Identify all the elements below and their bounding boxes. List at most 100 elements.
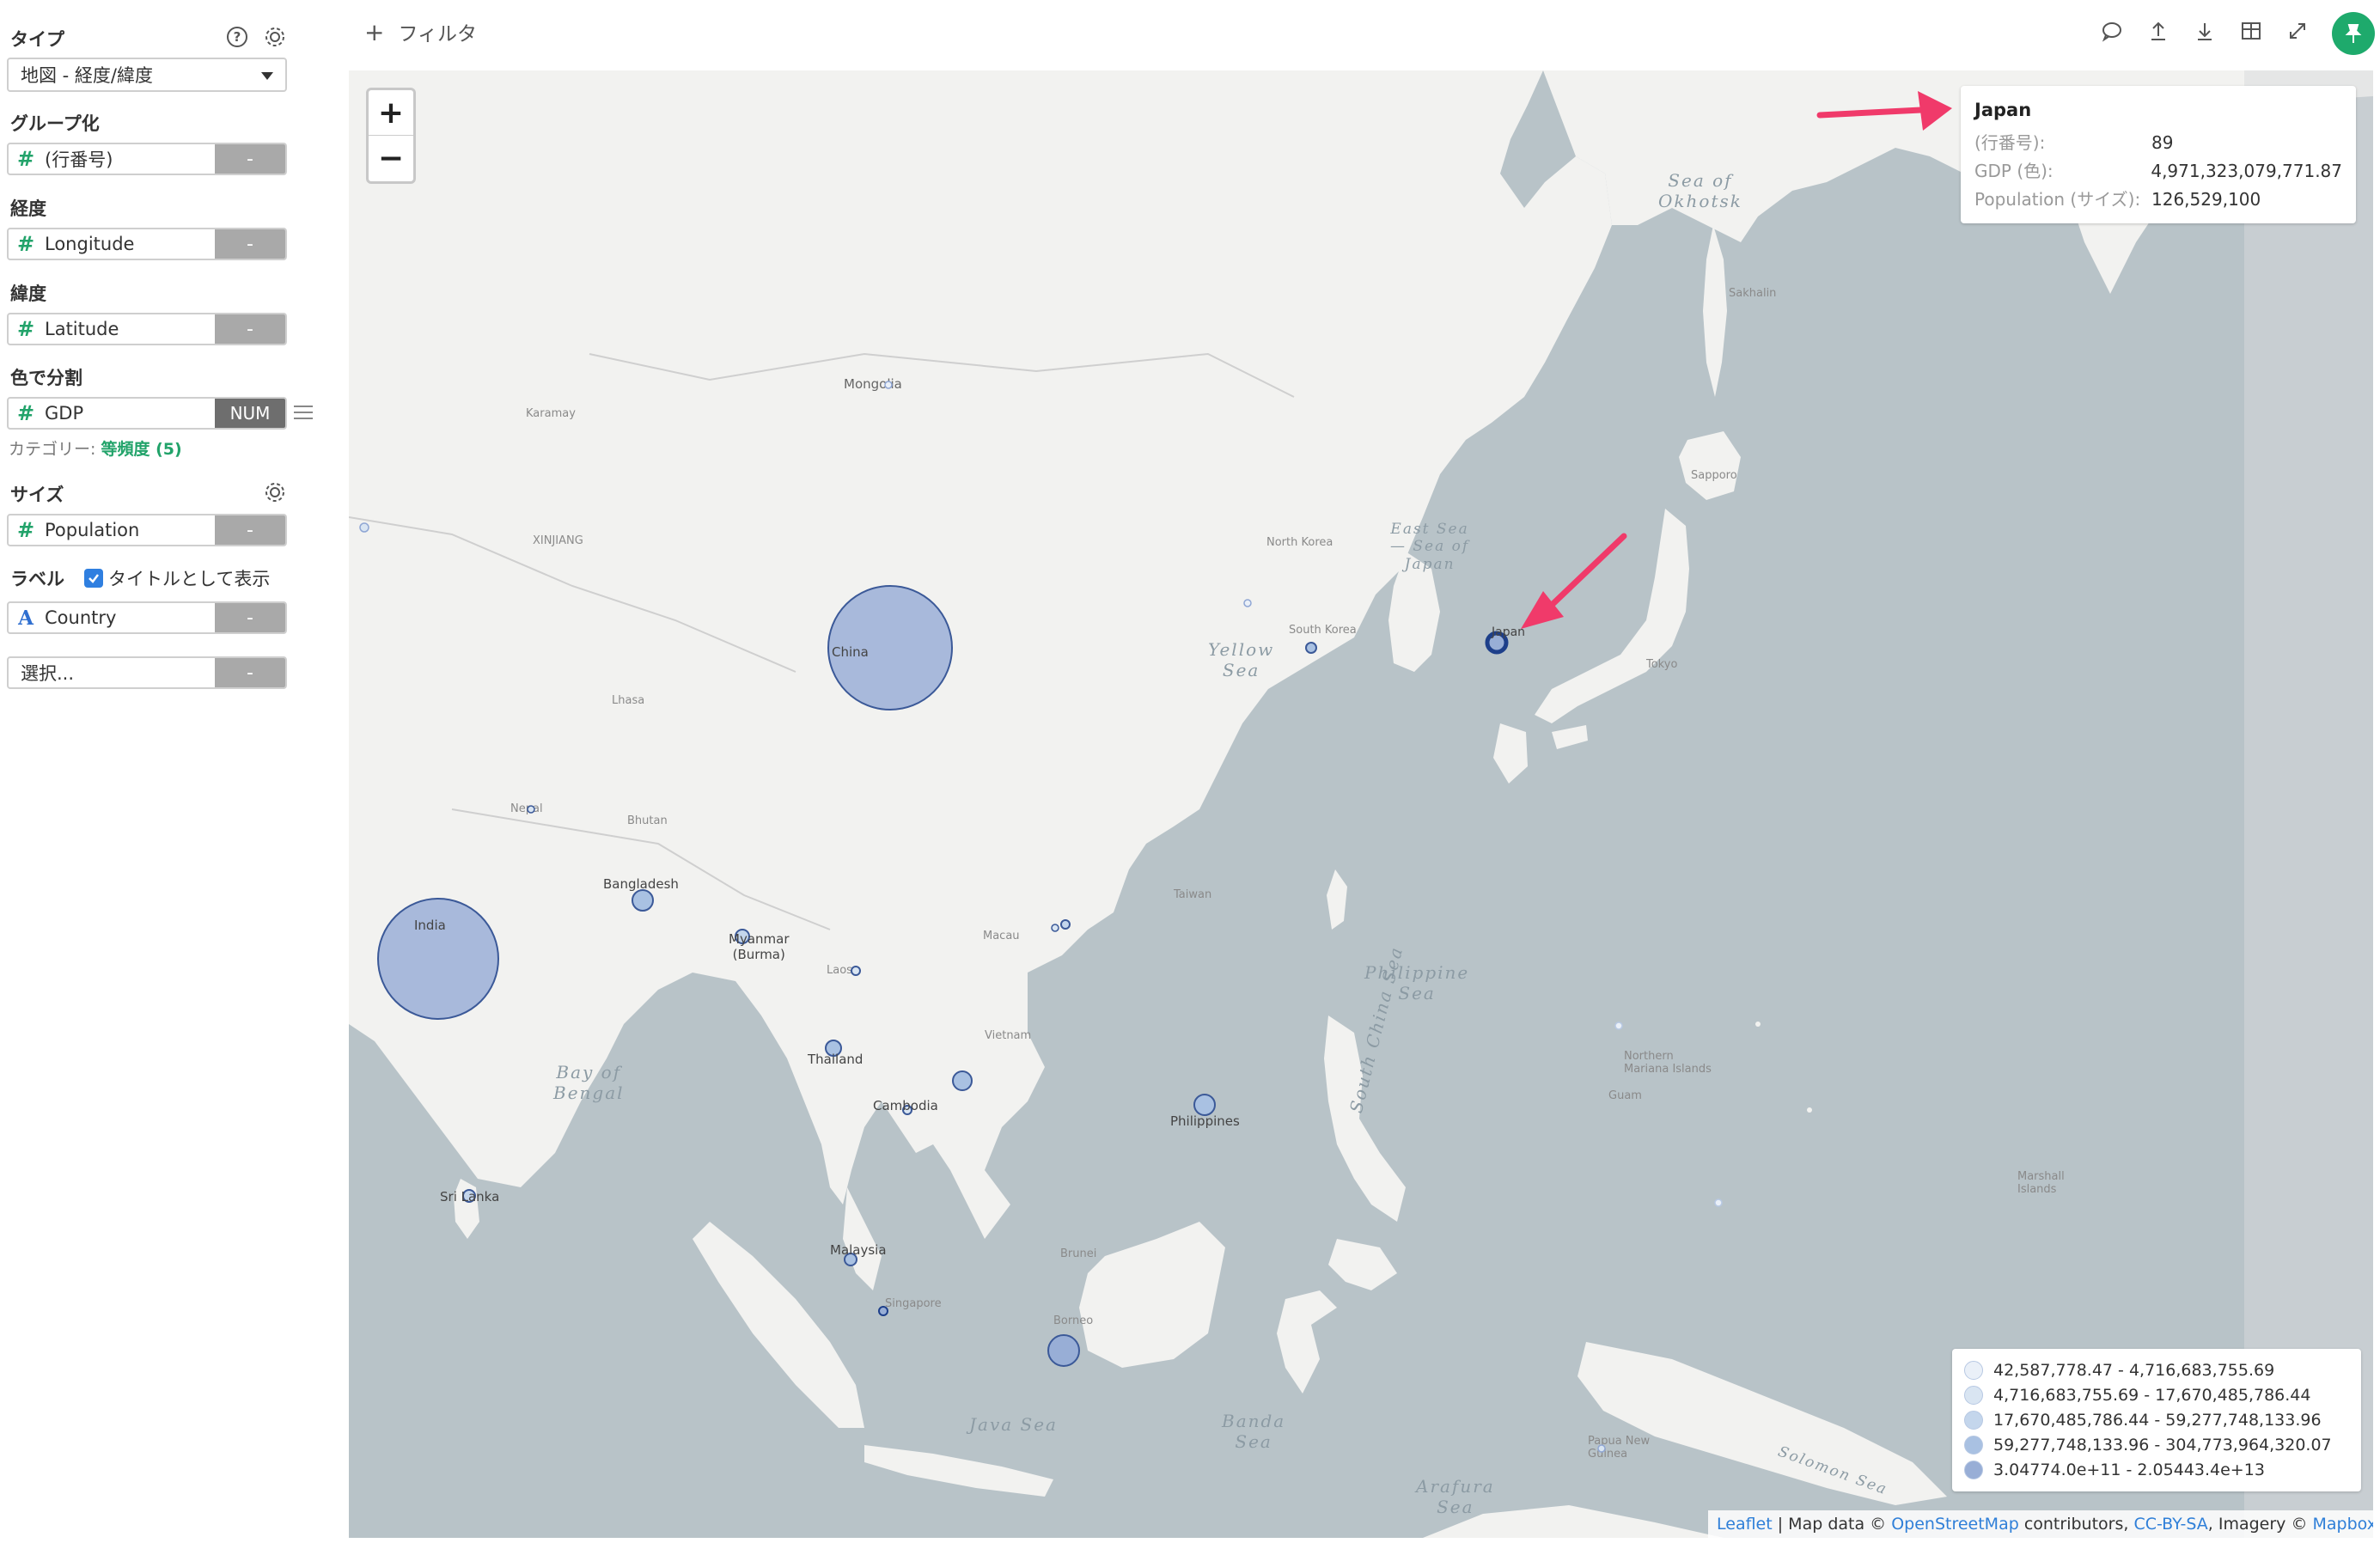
latitude-section-label: 緯度: [10, 284, 46, 304]
bubble-papua[interactable]: [1597, 1444, 1606, 1453]
bubble-singapore[interactable]: [878, 1306, 888, 1316]
legend-item: 3.04774.0e+11 - 2.05443.4e+13: [1964, 1457, 2349, 1482]
bubble-north-korea[interactable]: [1243, 599, 1252, 607]
legend-label: 59,277,748,133.96 - 304,773,964,320.07: [1993, 1435, 2332, 1455]
group-section-label: グループ化: [10, 113, 100, 134]
longitude-field[interactable]: # Longitude -: [7, 228, 287, 260]
hover-tooltip: Japan (行番号): 89 GDP (色): 4,971,323,079,7…: [1961, 86, 2356, 223]
bubble-label-malaysia: Malaysia: [830, 1242, 887, 1258]
label-remove-button[interactable]: -: [215, 603, 285, 632]
latitude-remove-button[interactable]: -: [215, 314, 285, 344]
bubble-hongkong[interactable]: [1051, 924, 1059, 932]
help-icon[interactable]: ?: [225, 25, 249, 49]
bubble-label-myanmar: Myanmar (Burma): [729, 931, 790, 962]
pin-icon: [2345, 24, 2362, 43]
bubble-indonesia[interactable]: [1047, 1334, 1080, 1367]
color-legend: 42,587,778.47 - 4,716,683,755.69 4,716,6…: [1952, 1349, 2361, 1491]
category-prefix: カテゴリー:: [9, 440, 101, 459]
legend-swatch: [1964, 1385, 1983, 1405]
legend-label: 17,670,485,786.44 - 59,277,748,133.96: [1993, 1410, 2322, 1430]
tooltip-key: (行番号):: [1974, 132, 2046, 153]
plus-icon: +: [364, 17, 385, 46]
type-settings-gear-icon[interactable]: [263, 25, 287, 49]
bubble-india[interactable]: [377, 898, 499, 1020]
bubble-taiwan[interactable]: [1060, 919, 1071, 930]
tooltip-value: 126,529,100: [2151, 189, 2261, 210]
map-attribution: Leaflet | Map data © OpenStreetMap contr…: [1708, 1510, 2373, 1538]
legend-label: 4,716,683,755.69 - 17,670,485,786.44: [1993, 1385, 2311, 1405]
bubble-marshall[interactable]: [1714, 1198, 1723, 1207]
add-filter-button[interactable]: + フィルタ: [364, 17, 477, 46]
group-field[interactable]: # (行番号) -: [7, 143, 287, 175]
numeric-type-icon: #: [16, 401, 35, 425]
color-field[interactable]: # GDP NUM: [7, 397, 287, 430]
text-type-icon: A: [18, 606, 34, 630]
label-section-label: ラベル: [10, 569, 64, 589]
attribution-text: contributors,: [2018, 1515, 2134, 1534]
bubble-south-korea[interactable]: [1305, 642, 1317, 654]
legend-swatch: [1964, 1360, 1983, 1380]
size-field-name: Population: [45, 520, 140, 540]
group-field-name: (行番号): [45, 149, 113, 170]
legend-label: 3.04774.0e+11 - 2.05443.4e+13: [1993, 1460, 2265, 1479]
tooltip-row: Population (サイズ): 126,529,100: [1974, 186, 2342, 214]
table-icon[interactable]: [2236, 15, 2267, 46]
tooltip-value: 4,971,323,079,771.87: [2151, 161, 2342, 181]
menu-icon[interactable]: [294, 406, 313, 421]
license-link[interactable]: CC-BY-SA: [2133, 1515, 2207, 1534]
color-section-label: 色で分割: [10, 368, 82, 388]
show-as-title-checkbox[interactable]: [84, 569, 103, 588]
download-icon[interactable]: [2189, 15, 2220, 46]
legend-item: 42,587,778.47 - 4,716,683,755.69: [1964, 1357, 2349, 1382]
color-category-info: カテゴリー: 等頻度 (5): [9, 436, 182, 460]
bubble-mongolia[interactable]: [884, 381, 893, 389]
leaflet-link[interactable]: Leaflet: [1717, 1515, 1773, 1534]
legend-item: 17,670,485,786.44 - 59,277,748,133.96: [1964, 1407, 2349, 1432]
bubble-label-china: China: [832, 644, 869, 660]
bubble-guam[interactable]: [1614, 1022, 1623, 1030]
longitude-remove-button[interactable]: -: [215, 229, 285, 259]
size-remove-button[interactable]: -: [215, 515, 285, 545]
extra-remove-button[interactable]: -: [215, 658, 285, 687]
legend-item: 59,277,748,133.96 - 304,773,964,320.07: [1964, 1432, 2349, 1457]
group-remove-button[interactable]: -: [215, 144, 285, 174]
legend-swatch: [1964, 1410, 1983, 1430]
category-method-link[interactable]: 等頻度 (5): [101, 440, 181, 459]
chart-type-value: 地図 - 経度/緯度: [21, 65, 154, 86]
numeric-type-icon: #: [16, 147, 35, 171]
size-settings-gear-icon[interactable]: [263, 480, 287, 504]
bubble-bangladesh[interactable]: [632, 889, 654, 912]
chart-type-select[interactable]: 地図 - 経度/緯度: [7, 58, 287, 92]
label-field[interactable]: A Country -: [7, 601, 287, 634]
numeric-type-icon: #: [16, 232, 35, 256]
numeric-type-icon: #: [16, 317, 35, 341]
bubble-vietnam[interactable]: [952, 1070, 973, 1091]
annotation-arrow-japan: [1521, 533, 1627, 629]
color-num-button[interactable]: NUM: [215, 399, 285, 428]
osm-link[interactable]: OpenStreetMap: [1891, 1515, 2019, 1534]
bubble-philippines[interactable]: [1193, 1094, 1216, 1116]
bubble-label-india: India: [414, 918, 446, 933]
chevron-down-icon: [261, 72, 273, 80]
legend-swatch: [1964, 1435, 1983, 1455]
latitude-field[interactable]: # Latitude -: [7, 313, 287, 345]
tooltip-key: GDP (色):: [1974, 161, 2054, 181]
bubble-nepal[interactable]: [527, 805, 535, 814]
expand-icon[interactable]: [2282, 15, 2313, 46]
comment-icon[interactable]: [2096, 15, 2127, 46]
filter-label: フィルタ: [398, 23, 478, 46]
upload-icon[interactable]: [2143, 15, 2174, 46]
map-view[interactable]: + − Sea of Okhotsk East Sea — Sea of Jap…: [349, 70, 2373, 1538]
bubble-laos[interactable]: [851, 966, 861, 976]
tooltip-key: Population (サイズ):: [1974, 189, 2141, 210]
bubble-kazakhstan[interactable]: [359, 522, 369, 533]
chart-config-sidebar: タイプ ? 地図 - 経度/緯度 グループ化 # (行番号) - 経度 # Lo…: [0, 0, 344, 1543]
bubble-label-cambodia: Cambodia: [873, 1098, 938, 1113]
mapbox-link[interactable]: Mapbox: [2313, 1515, 2374, 1534]
extra-field-select[interactable]: 選択... -: [7, 656, 287, 689]
legend-label: 42,587,778.47 - 4,716,683,755.69: [1993, 1360, 2275, 1380]
bubble-layer: [359, 91, 1952, 1453]
pin-button[interactable]: [2332, 12, 2375, 55]
size-field[interactable]: # Population -: [7, 514, 287, 546]
show-as-title-option[interactable]: タイトルとして表示: [84, 565, 270, 591]
